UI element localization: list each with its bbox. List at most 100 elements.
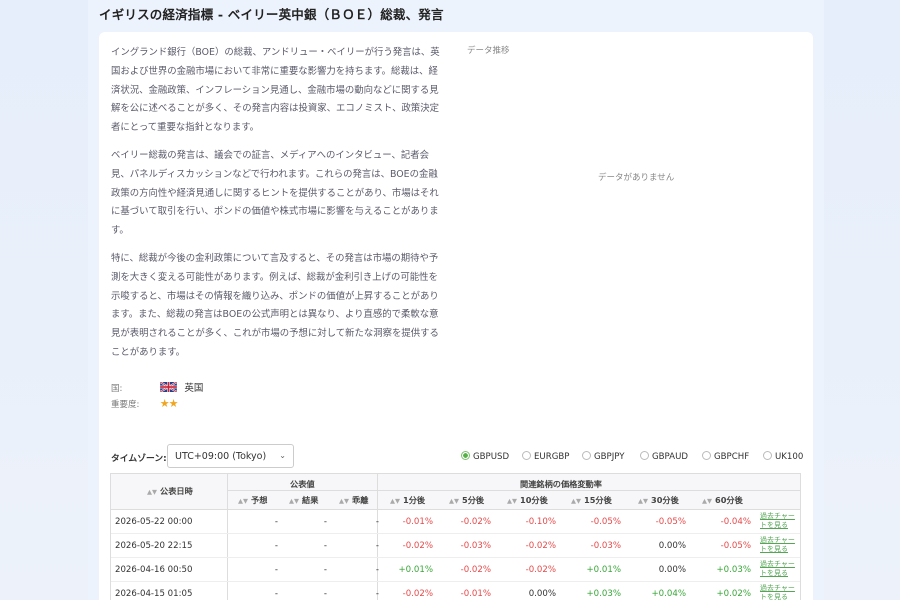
row-m5: -0.02% <box>460 517 491 527</box>
row-m15: -0.03% <box>590 541 621 551</box>
radio-icon <box>640 451 649 460</box>
row-deviation: - <box>375 541 379 551</box>
row-deviation: - <box>375 565 379 575</box>
timezone-select[interactable]: UTC+09:00 (Tokyo) ⌄ <box>167 444 294 468</box>
row-m30: 0.00% <box>658 565 686 575</box>
past-chart-link[interactable]: 過去チャートを見る <box>760 584 800 600</box>
header-deviation[interactable]: ▲▼ 乖離 <box>339 494 368 506</box>
importance-label: 重要度: <box>111 400 140 410</box>
sort-icon: ▲▼ <box>571 497 581 505</box>
row-forecast: - <box>274 565 278 575</box>
row-forecast: - <box>274 541 278 551</box>
symbol-label: EURGBP <box>534 452 570 462</box>
symbol-label: GBPCHF <box>714 452 750 462</box>
symbol-label: UK100 <box>775 452 804 462</box>
symbol-radio-gbpaud[interactable]: GBPAUD <box>640 451 688 462</box>
symbol-radio-uk100[interactable]: UK100 <box>763 451 803 462</box>
radio-icon <box>763 451 772 460</box>
chart-empty-message: データがありません <box>598 173 675 183</box>
row-m1: -0.01% <box>402 517 433 527</box>
row-result: - <box>323 517 327 527</box>
row-m1: +0.01% <box>398 565 433 575</box>
past-chart-link[interactable]: 過去チャートを見る <box>760 560 800 578</box>
header-forecast[interactable]: ▲▼ 予想 <box>238 494 267 506</box>
description: イングランド銀行（BOE）の総裁、アンドリュー・ベイリーが行う発言は、英国および… <box>111 44 441 372</box>
row-date: 2026-04-16 00:50 <box>115 565 193 575</box>
symbol-label: GBPJPY <box>594 452 625 462</box>
past-chart-link[interactable]: 過去チャートを見る <box>760 536 800 554</box>
row-m10: 0.00% <box>528 589 556 599</box>
row-m1: -0.02% <box>402 541 433 551</box>
radio-icon <box>582 451 591 460</box>
country-value: 英国 <box>184 383 204 394</box>
sort-icon: ▲▼ <box>638 497 648 505</box>
symbol-radio-gbpjpy[interactable]: GBPJPY <box>582 451 625 462</box>
history-table: ▲▼ 公表日時 公表値 ▲▼ 予想 ▲▼ 結果 ▲▼ 乖離 関連銘柄の価格変動率 ▲▼ 1… <box>110 473 801 600</box>
row-m60: +0.03% <box>716 565 751 575</box>
row-deviation: - <box>375 517 379 527</box>
radio-icon <box>702 451 711 460</box>
description-paragraph: イングランド銀行（BOE）の総裁、アンドリュー・ベイリーが行う発言は、英国および… <box>111 47 440 134</box>
table-row: 2026-04-16 00:50 - - - +0.01% -0.02% -0.02% +0.… <box>111 558 800 582</box>
radio-icon <box>522 451 531 460</box>
sort-icon: ▲▼ <box>449 497 459 505</box>
header-15min[interactable]: ▲▼ 15分後 <box>571 494 612 506</box>
header-result[interactable]: ▲▼ 結果 <box>289 494 318 506</box>
timezone-value: UTC+09:00 (Tokyo) <box>175 451 267 462</box>
sort-icon: ▲▼ <box>238 497 248 505</box>
row-m5: -0.02% <box>460 565 491 575</box>
sort-icon: ▲▼ <box>390 497 400 505</box>
row-m30: -0.05% <box>655 517 686 527</box>
row-m5: -0.01% <box>460 589 491 599</box>
symbol-label: GBPUSD <box>473 452 510 462</box>
header-5min[interactable]: ▲▼ 5分後 <box>449 494 484 506</box>
header-10min[interactable]: ▲▼ 10分後 <box>507 494 548 506</box>
row-date: 2026-05-20 22:15 <box>115 541 193 551</box>
row-forecast: - <box>274 589 278 599</box>
symbol-radio-eurgbp[interactable]: EURGBP <box>522 451 569 462</box>
header-date[interactable]: ▲▼ 公表日時 <box>147 485 193 497</box>
country-row: 国: 英国 <box>111 380 203 394</box>
past-chart-link[interactable]: 過去チャートを見る <box>760 512 800 530</box>
sort-icon: ▲▼ <box>289 497 299 505</box>
row-m60: -0.04% <box>720 517 751 527</box>
table-row: 2026-04-15 01:05 - - - -0.02% -0.01% 0.00% +0.0… <box>111 582 800 600</box>
timezone-label: タイムゾーン: <box>111 454 167 464</box>
row-result: - <box>323 565 327 575</box>
table-row: 2026-05-22 00:00 - - - -0.01% -0.02% -0.10% -0.… <box>111 510 800 534</box>
row-m15: -0.05% <box>590 517 621 527</box>
row-m10: -0.02% <box>525 541 556 551</box>
row-m15: +0.01% <box>586 565 621 575</box>
importance-row: 重要度: ★★ <box>111 397 179 410</box>
page-title: イギリスの経済指標 - ベイリー英中銀（ＢＯＥ）総裁、発言 <box>99 7 444 22</box>
symbol-radio-gbpusd[interactable]: GBPUSD <box>461 451 509 462</box>
header-group-actual: 公表値 <box>290 479 315 489</box>
table-header: ▲▼ 公表日時 公表値 ▲▼ 予想 ▲▼ 結果 ▲▼ 乖離 関連銘柄の価格変動率 ▲▼ 1… <box>111 474 800 510</box>
sort-icon: ▲▼ <box>339 497 349 505</box>
header-1min[interactable]: ▲▼ 1分後 <box>390 494 425 506</box>
description-paragraph: ベイリー総裁の発言は、議会での証言、メディアへのインタビュー、記者会見、パネルデ… <box>111 149 439 237</box>
header-30min[interactable]: ▲▼ 30分後 <box>638 494 679 506</box>
row-m10: -0.02% <box>525 565 556 575</box>
symbol-radio-gbpchf[interactable]: GBPCHF <box>702 451 749 462</box>
row-date: 2026-05-22 00:00 <box>115 517 193 527</box>
description-paragraph: 特に、総裁が今後の金利政策について言及すると、その発言は市場の期待や予測を大きく… <box>111 252 439 358</box>
row-m5: -0.03% <box>460 541 491 551</box>
sort-icon: ▲▼ <box>702 497 712 505</box>
radio-icon <box>461 451 470 460</box>
header-group-change: 関連銘柄の価格変動率 <box>520 479 602 489</box>
header-divider <box>227 490 800 491</box>
row-m1: -0.02% <box>402 589 433 599</box>
row-deviation: - <box>375 589 379 599</box>
importance-stars-icon: ★★ <box>159 397 179 410</box>
symbol-radio-group: GBPUSD EURGBP GBPJPY GBPAUD GBPCHF UK100 <box>461 451 806 465</box>
row-result: - <box>323 541 327 551</box>
table-row: 2026-05-20 22:15 - - - -0.02% -0.03% -0.02% -0.… <box>111 534 800 558</box>
sort-icon: ▲▼ <box>147 488 157 496</box>
row-m30: +0.04% <box>651 589 686 599</box>
row-date: 2026-04-15 01:05 <box>115 589 193 599</box>
row-m60: +0.02% <box>716 589 751 599</box>
sort-icon: ▲▼ <box>507 497 517 505</box>
country-label: 国: <box>111 384 123 394</box>
header-60min[interactable]: ▲▼ 60分後 <box>702 494 743 506</box>
